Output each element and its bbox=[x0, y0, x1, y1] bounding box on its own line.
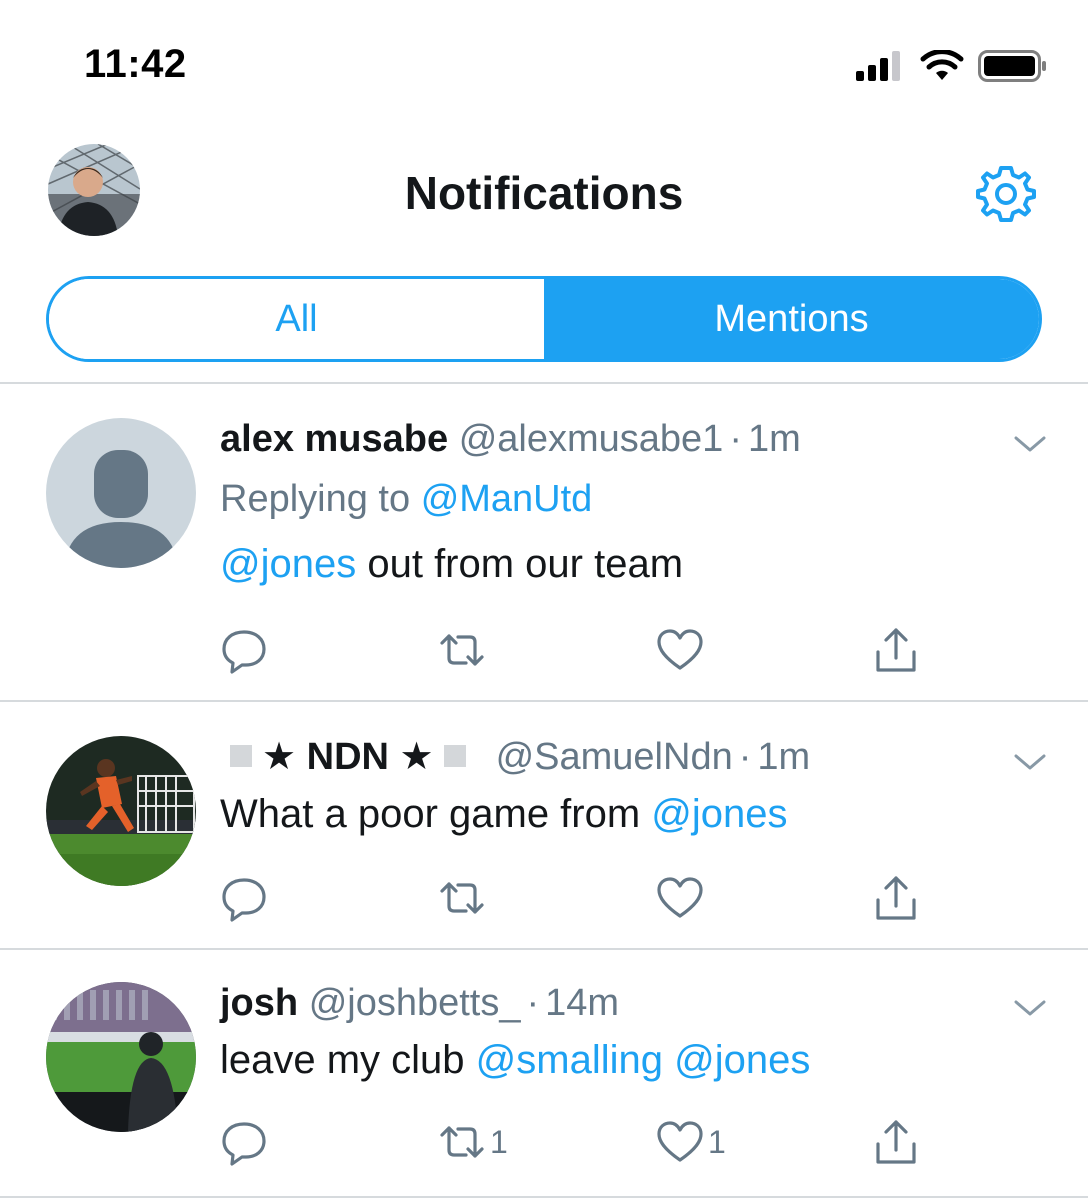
avatar[interactable] bbox=[46, 736, 196, 886]
retweet-button[interactable] bbox=[436, 624, 490, 676]
retweet-count: 1 bbox=[490, 1123, 508, 1160]
author-name[interactable]: ★ NDN ★ bbox=[262, 736, 434, 778]
avatar[interactable] bbox=[46, 982, 196, 1132]
reply-icon bbox=[222, 630, 266, 674]
tab-all[interactable]: All bbox=[49, 279, 544, 359]
tweet-actions bbox=[218, 872, 938, 924]
mention-link[interactable]: @smalling bbox=[476, 1038, 663, 1082]
author-name[interactable]: alex musabe bbox=[220, 418, 448, 460]
status-bar: 11:42 bbox=[0, 0, 1088, 120]
share-button[interactable] bbox=[870, 1116, 922, 1168]
like-button[interactable] bbox=[654, 624, 708, 676]
name-decoration bbox=[443, 744, 466, 767]
notifications-tabs: All Mentions bbox=[46, 276, 1042, 362]
share-button[interactable] bbox=[870, 624, 922, 676]
like-icon bbox=[657, 877, 703, 918]
replying-to: Replying to @ManUtd bbox=[220, 476, 988, 522]
tweet-actions bbox=[218, 624, 938, 676]
share-icon bbox=[876, 628, 916, 672]
name-decoration bbox=[230, 744, 252, 767]
timestamp: 14m bbox=[545, 982, 620, 1024]
gear-icon bbox=[976, 166, 1036, 222]
separator: · bbox=[526, 982, 540, 1024]
retweet-button[interactable] bbox=[436, 872, 490, 924]
tweet[interactable]: alex musabe @alexmusabe1 · 1m Replying to … bbox=[0, 384, 1088, 702]
timestamp: 1m bbox=[757, 736, 811, 778]
mention-link[interactable]: @jones bbox=[674, 1038, 810, 1082]
retweet-button[interactable]: 1 bbox=[436, 1116, 508, 1168]
author-handle[interactable]: @joshbetts_ bbox=[309, 982, 521, 1024]
chevron-down-icon[interactable] bbox=[1012, 750, 1048, 774]
like-count: 1 bbox=[708, 1123, 726, 1160]
tweet-text: leave my club @smalling @jones bbox=[220, 1036, 988, 1084]
share-icon bbox=[876, 876, 916, 920]
settings-button[interactable] bbox=[972, 160, 1040, 228]
tweet[interactable]: josh @joshbetts_ · 14m leave my club @smal… bbox=[0, 950, 1088, 1198]
mention-link[interactable]: @jones bbox=[220, 542, 356, 586]
chevron-down-icon[interactable] bbox=[1012, 996, 1048, 1020]
tab-mentions[interactable]: Mentions bbox=[544, 279, 1039, 359]
status-time: 11:42 bbox=[84, 42, 187, 86]
page-title: Notifications bbox=[404, 167, 684, 219]
reply-button[interactable] bbox=[218, 872, 270, 924]
reply-button[interactable] bbox=[218, 624, 270, 676]
tweet-header: ★ NDN ★ @SamuelNdn · 1m bbox=[220, 734, 988, 780]
tweet-header: alex musabe @alexmusabe1 · 1m bbox=[220, 416, 988, 462]
battery-icon bbox=[978, 50, 1046, 82]
header: Notifications bbox=[0, 120, 1088, 260]
signal-icon bbox=[856, 51, 900, 81]
separator: · bbox=[738, 736, 752, 778]
replying-label: Replying to bbox=[220, 478, 411, 520]
mention-link[interactable]: @jones bbox=[651, 792, 787, 836]
author-handle[interactable]: @alexmusabe1 bbox=[459, 418, 724, 460]
tweet[interactable]: ★ NDN ★ @SamuelNdn · 1m What a poor game fr… bbox=[0, 702, 1088, 950]
reply-icon bbox=[222, 1122, 266, 1166]
tweet-text: @jones out from our team bbox=[220, 540, 988, 588]
share-button[interactable] bbox=[870, 872, 922, 924]
tweet-text: What a poor game from @jones bbox=[220, 790, 988, 838]
tweet-header: josh @joshbetts_ · 14m bbox=[220, 980, 988, 1026]
reply-icon bbox=[222, 878, 266, 922]
replying-to-link[interactable]: @ManUtd bbox=[421, 478, 593, 520]
avatar[interactable] bbox=[46, 418, 196, 568]
timestamp: 1m bbox=[747, 418, 801, 460]
like-button[interactable] bbox=[654, 872, 708, 924]
tweet-text-body: out from our team bbox=[356, 542, 684, 586]
tweet-actions: 1 1 bbox=[218, 1116, 938, 1168]
chevron-down-icon[interactable] bbox=[1012, 432, 1048, 456]
like-button[interactable]: 1 bbox=[654, 1116, 726, 1168]
retweet-icon bbox=[440, 1126, 484, 1158]
reply-button[interactable] bbox=[218, 1116, 270, 1168]
tweet-text-body: leave my club bbox=[220, 1038, 476, 1082]
like-icon bbox=[657, 1121, 703, 1162]
author-name[interactable]: josh bbox=[220, 982, 298, 1024]
tweet-text-body: What a poor game from bbox=[220, 792, 652, 836]
like-icon bbox=[657, 629, 703, 670]
share-icon bbox=[876, 1120, 916, 1164]
separator: · bbox=[729, 418, 742, 460]
wifi-icon bbox=[920, 50, 964, 80]
status-icons bbox=[856, 50, 1048, 82]
retweet-icon bbox=[440, 882, 484, 914]
author-handle[interactable]: @SamuelNdn bbox=[496, 736, 733, 778]
retweet-icon bbox=[440, 634, 484, 666]
